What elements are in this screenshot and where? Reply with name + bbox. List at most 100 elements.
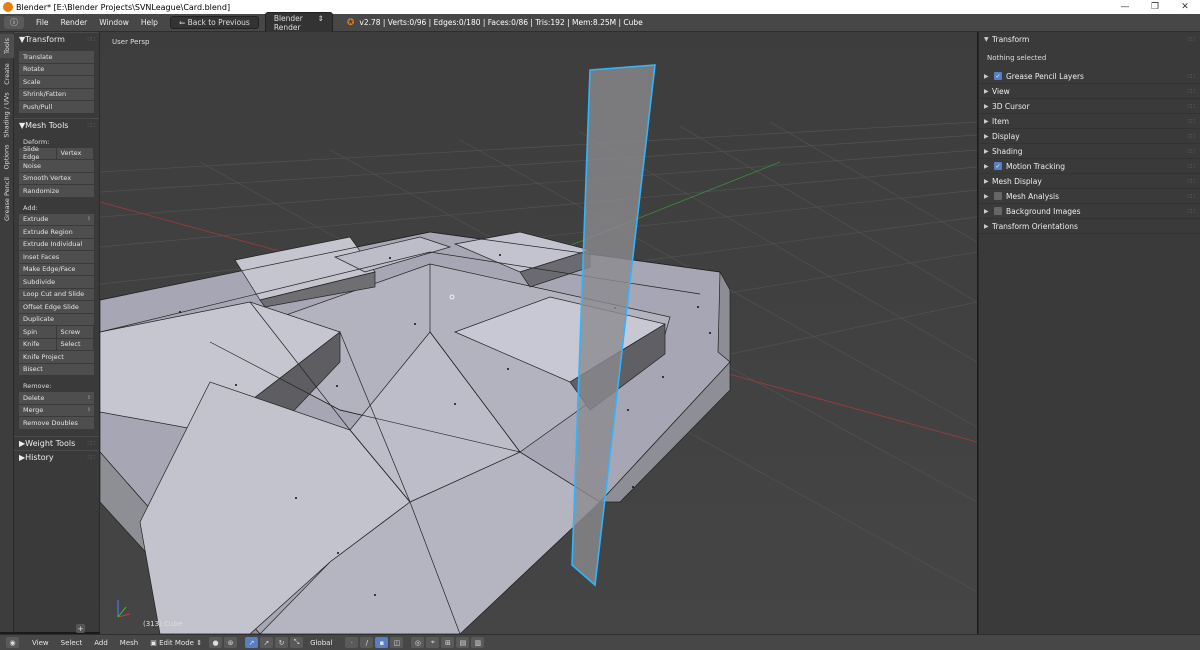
3d-cursor-panel[interactable]: ▶ 3D Cursor ∷∷ xyxy=(979,99,1200,114)
scale-manipulator-icon[interactable]: ⤡ xyxy=(290,637,304,648)
delete-button[interactable]: Delete ⇕ xyxy=(19,392,94,405)
tab-shading-uvs[interactable]: Shading / UVs xyxy=(0,90,14,140)
rotate-manipulator-icon[interactable]: ↻ xyxy=(275,637,289,648)
viewport-shading-icon[interactable]: ● xyxy=(209,637,223,648)
grip-icon[interactable]: ∷∷ xyxy=(1187,208,1195,215)
grip-icon[interactable]: ∷∷ xyxy=(87,36,95,43)
snap-element-icon[interactable]: ⊞ xyxy=(441,637,455,648)
manipulator-toggle-icon[interactable]: ↗ xyxy=(245,637,259,648)
transform-panel-header[interactable]: ▼ Transform ∷∷ xyxy=(14,32,99,46)
render-animation-icon[interactable]: ▥ xyxy=(471,637,485,648)
maximize-button[interactable]: ❐ xyxy=(1140,0,1170,14)
scale-button[interactable]: Scale xyxy=(19,76,94,89)
tab-create[interactable]: Create xyxy=(0,60,14,88)
inset-faces-button[interactable]: Inset Faces xyxy=(19,251,94,264)
transform-orientation-select[interactable]: Global xyxy=(304,639,338,647)
translate-button[interactable]: Translate xyxy=(19,51,94,64)
snap-toggle-icon[interactable]: ⌖ xyxy=(426,637,440,648)
grip-icon[interactable]: ∷∷ xyxy=(1187,88,1195,95)
viewport-scene[interactable] xyxy=(100,32,977,634)
grip-icon[interactable]: ∷∷ xyxy=(1187,133,1195,140)
knife-button[interactable]: Knife xyxy=(19,338,57,350)
proportional-edit-icon[interactable]: ◎ xyxy=(411,637,425,648)
transform-orientations-panel[interactable]: ▶ Transform Orientations xyxy=(979,219,1200,234)
loop-cut-button[interactable]: Loop Cut and Slide xyxy=(19,288,94,301)
motion-tracking-checkbox[interactable]: ✓ xyxy=(994,162,1002,170)
background-images-panel[interactable]: ▶ Background Images ∷∷ xyxy=(979,204,1200,219)
bisect-button[interactable]: Bisect xyxy=(19,363,94,376)
tab-grease-pencil[interactable]: Grease Pencil xyxy=(0,174,14,224)
render-engine-select[interactable]: Blender Render ⇕ xyxy=(264,11,333,34)
menu-render[interactable]: Render xyxy=(55,18,94,27)
grip-icon[interactable]: ∷∷ xyxy=(1187,148,1195,155)
grip-icon[interactable]: ∷∷ xyxy=(1187,36,1195,43)
grip-icon[interactable]: ∷∷ xyxy=(1187,118,1195,125)
limit-selection-icon[interactable]: ◫ xyxy=(390,637,404,648)
mesh-analysis-panel[interactable]: ▶ Mesh Analysis ∷∷ xyxy=(979,189,1200,204)
menu-file[interactable]: File xyxy=(30,18,55,27)
menu-select[interactable]: Select xyxy=(55,639,89,647)
properties-transform-header[interactable]: ▼ Transform ∷∷ xyxy=(979,32,1200,47)
info-editor-type-icon[interactable]: ⓘ xyxy=(4,16,24,29)
grip-icon[interactable]: ∷∷ xyxy=(1187,73,1195,80)
mesh-analysis-checkbox[interactable] xyxy=(994,192,1002,200)
slide-vertex-button[interactable]: Vertex xyxy=(56,147,94,159)
motion-tracking-panel[interactable]: ▶ ✓ Motion Tracking ∷∷ xyxy=(979,159,1200,174)
extrude-region-button[interactable]: Extrude Region xyxy=(19,226,94,239)
background-images-checkbox[interactable] xyxy=(994,207,1002,215)
slide-edge-button[interactable]: Slide Edge xyxy=(19,145,57,161)
mesh-tools-panel-header[interactable]: ▼ Mesh Tools ∷∷ xyxy=(14,117,99,132)
3d-viewport[interactable]: User Persp (313) Cube xyxy=(100,32,977,634)
menu-add[interactable]: Add xyxy=(88,639,114,647)
spin-button[interactable]: Spin xyxy=(19,326,57,338)
weight-tools-panel-header[interactable]: ▶ Weight Tools ∷∷ xyxy=(14,435,99,450)
tab-options[interactable]: Options xyxy=(0,142,14,172)
back-to-previous-button[interactable]: ⇐ Back to Previous xyxy=(169,16,259,29)
3d-view-editor-type-icon[interactable]: ◉ xyxy=(6,637,19,648)
knife-select-button[interactable]: Select xyxy=(56,338,94,350)
edge-select-mode-icon[interactable]: / xyxy=(360,637,374,648)
add-panel-plus-icon[interactable]: + xyxy=(76,624,85,633)
minimize-button[interactable]: — xyxy=(1110,0,1140,14)
extrude-individual-button[interactable]: Extrude Individual xyxy=(19,238,94,251)
vertex-select-mode-icon[interactable]: · xyxy=(345,637,359,648)
pivot-point-icon[interactable]: ⊛ xyxy=(224,637,238,648)
grip-icon[interactable]: ∷∷ xyxy=(1187,178,1195,185)
smooth-vertex-button[interactable]: Smooth Vertex xyxy=(19,172,94,185)
menu-mesh[interactable]: Mesh xyxy=(114,639,144,647)
duplicate-button[interactable]: Duplicate xyxy=(19,313,94,326)
grip-icon[interactable]: ∷∷ xyxy=(1187,163,1195,170)
face-select-mode-icon[interactable]: ▪ xyxy=(375,637,389,648)
randomize-button[interactable]: Randomize xyxy=(19,185,94,198)
menu-view[interactable]: View xyxy=(26,639,55,647)
grip-icon[interactable]: ∷∷ xyxy=(87,454,95,461)
remove-doubles-button[interactable]: Remove Doubles xyxy=(19,417,94,430)
translate-manipulator-icon[interactable]: ➚ xyxy=(260,637,274,648)
grease-pencil-checkbox[interactable]: ✓ xyxy=(994,72,1002,80)
grip-icon[interactable]: ∷∷ xyxy=(1187,103,1195,110)
close-button[interactable]: ✕ xyxy=(1170,0,1200,14)
menu-window[interactable]: Window xyxy=(93,18,135,27)
grip-icon[interactable]: ∷∷ xyxy=(1187,193,1195,200)
tab-tools[interactable]: Tools xyxy=(0,34,14,58)
card-mesh[interactable] xyxy=(100,231,731,634)
offset-edge-slide-button[interactable]: Offset Edge Slide xyxy=(19,301,94,314)
merge-button[interactable]: Merge ⇕ xyxy=(19,404,94,417)
mode-select[interactable]: ▣ Edit Mode ⇕ xyxy=(144,639,208,647)
shading-panel[interactable]: ▶ Shading ∷∷ xyxy=(979,144,1200,159)
grip-icon[interactable]: ∷∷ xyxy=(87,122,95,129)
menu-help[interactable]: Help xyxy=(135,18,164,27)
make-edge-face-button[interactable]: Make Edge/Face xyxy=(19,263,94,276)
grease-pencil-layers-panel[interactable]: ▶ ✓ Grease Pencil Layers ∷∷ xyxy=(979,69,1200,84)
subdivide-button[interactable]: Subdivide xyxy=(19,276,94,289)
screw-button[interactable]: Screw xyxy=(56,326,94,338)
noise-button[interactable]: Noise xyxy=(19,160,94,173)
item-panel[interactable]: ▶ Item ∷∷ xyxy=(979,114,1200,129)
extrude-button[interactable]: Extrude ⇕ xyxy=(19,213,94,226)
rotate-button[interactable]: Rotate xyxy=(19,63,94,76)
push-pull-button[interactable]: Push/Pull xyxy=(19,101,94,114)
render-preview-icon[interactable]: ▤ xyxy=(456,637,470,648)
shrink-fatten-button[interactable]: Shrink/Fatten xyxy=(19,88,94,101)
knife-project-button[interactable]: Knife Project xyxy=(19,351,94,364)
grip-icon[interactable]: ∷∷ xyxy=(87,440,95,447)
